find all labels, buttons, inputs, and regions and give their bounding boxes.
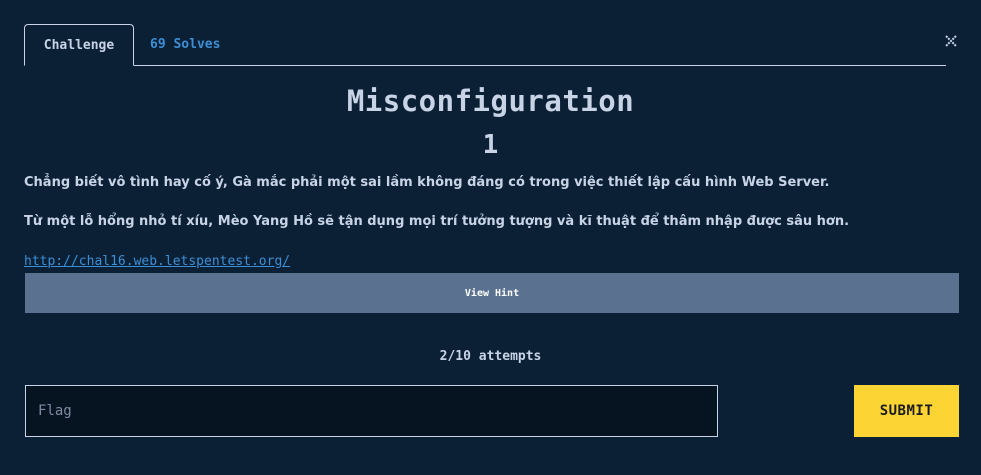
flag-input[interactable] <box>25 385 718 437</box>
challenge-link[interactable]: http://chal16.web.letspentest.org/ <box>24 254 290 269</box>
view-hint-button[interactable]: View Hint <box>25 273 959 313</box>
challenge-value: 1 <box>482 130 499 160</box>
challenge-description-line-2: Từ một lỗ hổng nhỏ tí xíu, Mèo Yang Hồ s… <box>24 214 850 229</box>
close-icon[interactable] <box>944 34 958 48</box>
challenge-description-line-1: Chẳng biết vô tình hay cố ý, Gà mắc phải… <box>24 175 830 190</box>
tab-bar: Challenge 69 Solves <box>24 24 946 66</box>
tab-solves[interactable]: 69 Solves <box>150 24 220 65</box>
challenge-modal: Challenge 69 Solves Misconfiguration 1 C… <box>0 0 981 475</box>
challenge-name: Misconfiguration <box>346 84 635 118</box>
attempts-counter: 2/10 attempts <box>439 349 542 364</box>
submit-button[interactable]: SUBMIT <box>854 385 959 437</box>
tab-challenge[interactable]: Challenge <box>24 24 134 66</box>
